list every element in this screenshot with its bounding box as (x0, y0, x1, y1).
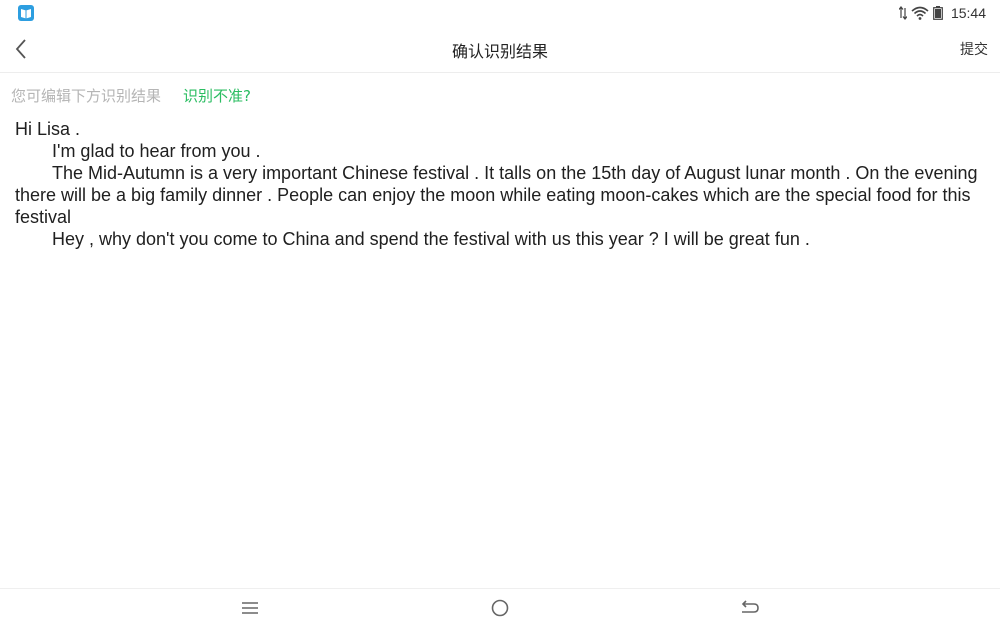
edit-hint-text: 您可编辑下方识别结果 (11, 86, 162, 105)
book-icon (18, 5, 34, 21)
result-line-greeting: Hi Lisa . (15, 119, 81, 139)
result-paragraph: The Mid-Autumn is a very important Chine… (15, 163, 978, 227)
home-icon (491, 599, 509, 617)
title-bar: 确认识别结果 提交 (0, 26, 1000, 73)
nav-back-button[interactable] (738, 596, 762, 620)
battery-icon (933, 6, 943, 20)
menu-button[interactable] (238, 596, 262, 620)
data-arrows-icon (898, 6, 907, 20)
menu-icon (242, 602, 258, 614)
status-bar: 15:44 (0, 0, 1000, 26)
navigation-bar (0, 588, 1000, 626)
submit-button[interactable]: 提交 (960, 39, 988, 59)
recognition-result-editor[interactable]: Hi Lisa . I'm glad to hear from you . Th… (15, 118, 985, 250)
page-title: 确认识别结果 (451, 42, 548, 61)
wifi-icon (911, 6, 929, 20)
hint-row: 您可编辑下方识别结果 识别不准? (11, 84, 251, 106)
inaccurate-recognition-link[interactable]: 识别不准? (183, 85, 251, 106)
result-paragraph: I'm glad to hear from you . (52, 141, 261, 161)
back-icon (741, 600, 759, 613)
status-icons: 15:44 (898, 3, 986, 23)
status-clock: 15:44 (950, 5, 986, 21)
result-paragraph: Hey , why don't you come to China and sp… (52, 229, 810, 249)
home-button[interactable] (488, 596, 512, 620)
